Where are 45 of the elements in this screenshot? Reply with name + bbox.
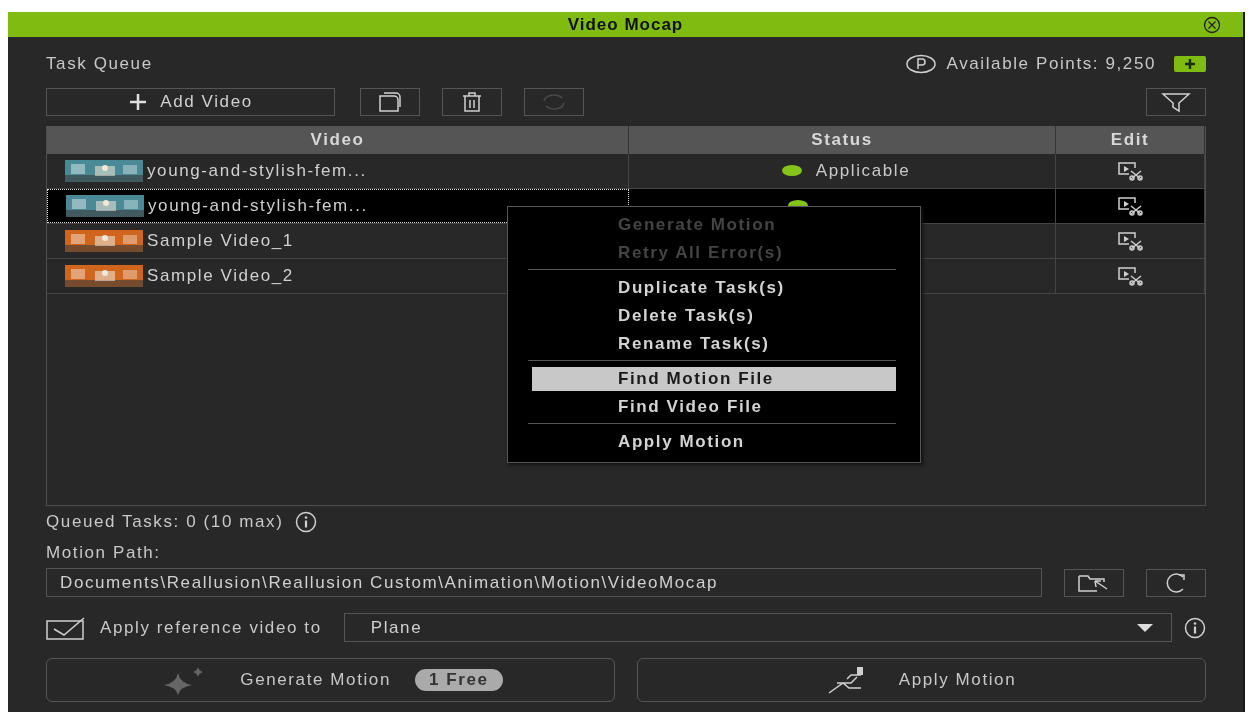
- browse-folder-button[interactable]: [1064, 568, 1124, 597]
- plus-icon: [1184, 58, 1196, 70]
- close-button[interactable]: [1203, 16, 1221, 34]
- plus-icon: [128, 92, 149, 112]
- dropdown-caret-icon: [1137, 623, 1153, 632]
- section-title: Task Queue: [46, 54, 153, 74]
- window-title: Video Mocap: [567, 14, 684, 35]
- video-cut-icon[interactable]: [1117, 266, 1143, 286]
- reset-button[interactable]: [1146, 568, 1206, 597]
- add-points-button[interactable]: [1174, 56, 1206, 72]
- video-name: young-and-stylish-fem...: [147, 161, 367, 181]
- target-dropdown[interactable]: Plane: [343, 613, 1172, 642]
- video-cut-icon[interactable]: [1117, 231, 1143, 251]
- menu-item[interactable]: Apply Motion: [532, 430, 896, 454]
- refresh-icon: [540, 92, 568, 112]
- video-cut-icon[interactable]: [1117, 196, 1143, 216]
- filter-icon: [1161, 91, 1191, 113]
- duplicate-button[interactable]: [360, 88, 420, 116]
- motion-path-label: Motion Path:: [46, 543, 161, 563]
- menu-item[interactable]: Find Video File: [532, 395, 896, 419]
- trash-icon: [460, 91, 484, 113]
- motion-path-field[interactable]: Documents\Reallusion\Reallusion Custom\Animation\Motion\VideoMocap: [46, 568, 1042, 597]
- points-icon: [904, 54, 937, 74]
- video-name: young-and-stylish-fem...: [148, 196, 368, 216]
- queued-tasks: Queued Tasks: 0 (10 max): [46, 512, 284, 532]
- video-cut-icon[interactable]: [1117, 161, 1143, 181]
- video-name: Sample Video_2: [147, 266, 294, 286]
- status-text: Applicable: [815, 161, 911, 181]
- menu-item[interactable]: Find Motion File: [532, 367, 896, 391]
- video-name: Sample Video_1: [147, 231, 294, 251]
- menu-item[interactable]: Duplicate Task(s): [532, 276, 896, 300]
- menu-item[interactable]: Delete Task(s): [532, 304, 896, 328]
- generate-motion-button[interactable]: Generate Motion 1 Free: [46, 658, 615, 702]
- info-icon[interactable]: [1184, 616, 1206, 639]
- filter-button[interactable]: [1146, 88, 1206, 116]
- info-icon[interactable]: [295, 511, 318, 533]
- add-video-button[interactable]: Add Video: [46, 88, 335, 116]
- free-badge: 1 Free: [414, 669, 503, 691]
- copy-icon: [377, 91, 403, 113]
- checkbox[interactable]: [46, 614, 86, 641]
- apply-motion-button[interactable]: Apply Motion: [637, 658, 1206, 702]
- delete-button[interactable]: [442, 88, 502, 116]
- checkbox-label: Apply reference video to: [100, 617, 322, 638]
- menu-item[interactable]: Rename Task(s): [532, 332, 896, 356]
- available-points: Available Points: 9,250: [946, 54, 1156, 74]
